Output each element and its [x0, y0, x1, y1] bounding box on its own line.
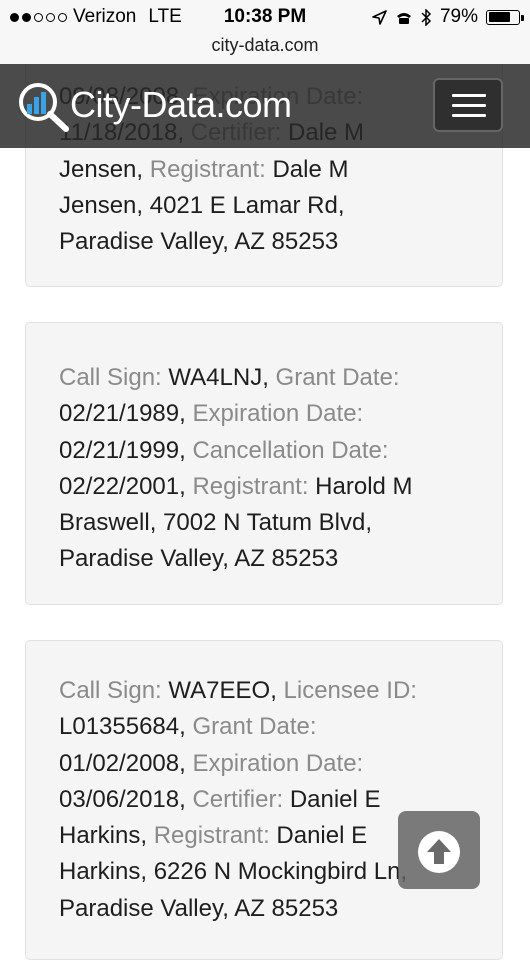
record-line: Jensen, 4021 E Lamar Rd, [59, 188, 472, 224]
field-label: Certifier: [192, 785, 290, 813]
menu-button[interactable] [433, 78, 503, 132]
field-value: Daniel E [276, 822, 368, 850]
scroll-to-top-button[interactable] [398, 811, 480, 889]
record-line: Paradise Valley, AZ 85253 [59, 224, 472, 260]
field-value: Dale M [272, 155, 349, 183]
field-value: WA7EEO, [168, 677, 284, 704]
field-value: 02/21/1989, [59, 400, 193, 428]
record-line: Paradise Valley, AZ 85253 [59, 891, 472, 927]
record-card: Call Sign: WA4LNJ, Grant Date: 02/21/1989… [25, 322, 503, 605]
arrow-up-circle-icon [418, 831, 460, 873]
battery-icon [486, 9, 524, 25]
field-value: Paradise Valley, AZ 85253 [59, 228, 339, 256]
field-value: 01/02/2008, [59, 749, 193, 777]
brand-name[interactable]: City-Data.com [70, 84, 292, 126]
address-bar[interactable]: city-data.com [0, 34, 530, 64]
field-label: Expiration Date: [192, 400, 364, 428]
field-value: Harkins, [59, 822, 154, 850]
record-line: 02/21/1999, Cancellation Date: [59, 433, 472, 469]
hamburger-menu-icon [452, 114, 486, 117]
status-bar: Verizon LTE 10:38 PM 79% [0, 0, 530, 34]
hamburger-menu-icon [452, 104, 486, 107]
bluetooth-icon [421, 8, 432, 26]
field-label: Licensee ID: [283, 677, 417, 704]
field-label: Registrant: [192, 472, 316, 500]
record-line: 02/21/1989, Expiration Date: [59, 396, 472, 432]
field-value: Paradise Valley, AZ 85253 [59, 545, 339, 573]
record-line: Paradise Valley, AZ 85253 [59, 541, 472, 577]
field-value: Jensen, 4021 E Lamar Rd, [59, 191, 345, 219]
field-value: 03/06/2018, [59, 785, 193, 813]
field-value: Daniel E [289, 785, 381, 813]
magnifier-chart-icon[interactable] [16, 80, 72, 132]
field-value: WA4LNJ, [168, 364, 276, 391]
record-card: Call Sign: WA7EEO, Licensee ID: L01355684… [25, 640, 503, 960]
field-label: Grant Date: [275, 364, 400, 391]
alarm-icon [396, 12, 411, 24]
field-label: Registrant: [153, 822, 277, 850]
record-line: Call Sign: WA4LNJ, Grant Date: [59, 360, 472, 396]
field-value: L01355684, [59, 713, 193, 741]
field-value: Braswell, 7002 N Tatum Blvd, [59, 509, 373, 537]
field-value: 02/22/2001, [59, 472, 193, 500]
location-arrow-icon [372, 9, 387, 25]
field-value: Harkins, 6226 N Mockingbird Ln, [59, 858, 408, 886]
site-header: City-Data.com [0, 64, 530, 148]
field-label: Call Sign: [59, 364, 169, 391]
battery-percent: 79% [439, 6, 478, 27]
record-line: 01/02/2008, Expiration Date: [59, 746, 472, 782]
hamburger-menu-icon [452, 94, 486, 97]
record-line: L01355684, Grant Date: [59, 709, 472, 745]
field-value: Harold M [315, 472, 413, 500]
field-label: Expiration Date: [192, 749, 364, 777]
field-label: Registrant: [149, 155, 273, 183]
field-label: Grant Date: [192, 713, 317, 741]
field-label: Cancellation Date: [192, 436, 389, 464]
record-line: Call Sign: WA7EEO, Licensee ID: [59, 673, 472, 709]
field-value: Paradise Valley, AZ 85253 [59, 894, 339, 922]
field-value: 02/21/1999, [59, 436, 193, 464]
record-line: Braswell, 7002 N Tatum Blvd, [59, 505, 472, 541]
record-line: 02/22/2001, Registrant: Harold M [59, 469, 472, 505]
field-label: Call Sign: [59, 677, 169, 704]
field-value: Jensen, [59, 155, 150, 183]
record-line: Jensen, Registrant: Dale M [59, 152, 472, 188]
